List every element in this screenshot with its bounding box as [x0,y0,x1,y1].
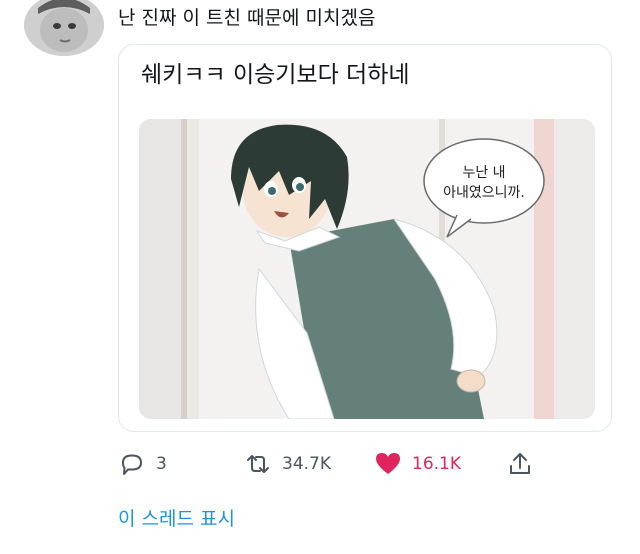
avatar[interactable] [24,0,104,56]
retweet-count: 34.7K [282,454,331,474]
reply-button[interactable]: 3 [118,444,167,484]
reply-count: 3 [156,454,167,474]
heart-icon [374,450,402,478]
like-button[interactable]: 16.1K [374,444,461,484]
retweet-icon [244,450,272,478]
like-count: 16.1K [412,454,461,474]
speech-bubble-line-1: 누난 내 [462,165,505,181]
share-icon [506,450,534,478]
retweet-button[interactable]: 34.7K [244,444,331,484]
speech-bubble-line-2: 아내였으니까. [443,185,525,201]
tweet-actions: 3 34.7K 16.1K [118,444,618,484]
quoted-tweet-card[interactable]: 쉐키ㅋㅋ 이승기보다 더하네 누난 내 아내였으니까. [118,44,612,432]
tweet-text: 난 진짜 이 트친 때문에 미치겠음 [118,7,376,29]
show-thread-link[interactable]: 이 스레드 표시 [118,504,235,531]
quoted-tweet-text: 쉐키ㅋㅋ 이승기보다 더하네 [141,62,410,88]
share-button[interactable] [506,444,534,484]
comic-illustration: 누난 내 아내였으니까. [139,119,595,419]
avatar-image [24,0,104,56]
quoted-tweet-image[interactable]: 누난 내 아내였으니까. [139,119,595,419]
reply-icon [118,450,146,478]
